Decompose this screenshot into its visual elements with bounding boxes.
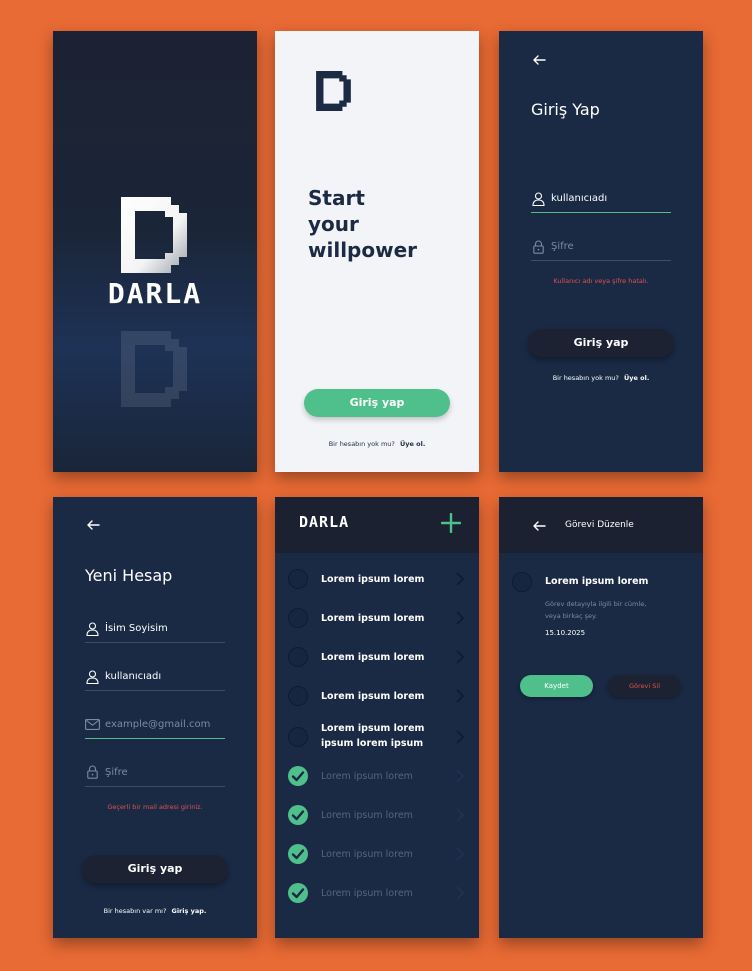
back-arrow-icon[interactable] — [86, 520, 100, 530]
welcome-headline: Start your willpower — [308, 185, 417, 263]
check-circle-icon[interactable] — [288, 766, 308, 786]
signup-prompt: Bir hesabın yok mu? — [328, 440, 395, 448]
edit-task-screen: Görevi Düzenle Lorem ipsum lorem Görev d… — [499, 497, 703, 938]
edit-title: Görevi Düzenle — [565, 520, 634, 530]
task-checkbox[interactable] — [512, 572, 532, 592]
task-item[interactable]: Lorem ipsum lorem — [275, 678, 479, 717]
task-item[interactable]: Lorem ipsum lorem — [275, 561, 479, 600]
task-item-done[interactable]: Lorem ipsum lorem — [275, 844, 479, 883]
task-title: Lorem ipsum lorem — [321, 888, 413, 899]
register-screen: Yeni Hesap İsim Soyisim kullanıcıadı exa… — [53, 497, 257, 938]
login-title: Giriş Yap — [531, 100, 600, 119]
user-icon — [86, 670, 99, 684]
task-title: Lorem ipsum lorem — [321, 771, 413, 782]
login-submit-button[interactable]: Giriş yap — [528, 329, 674, 357]
username-underline — [531, 212, 671, 213]
login-screen: Giriş Yap kullanıcıadı Şifre Kullanıcı a… — [499, 31, 703, 472]
chevron-right-icon — [456, 650, 465, 664]
splash-logo-text: DARLA — [107, 277, 203, 310]
password-underline — [531, 260, 671, 261]
task-title: Lorem ipsum lorem ipsum lorem ipsum — [321, 723, 425, 749]
check-circle-icon[interactable] — [288, 844, 308, 864]
register-login-text: Bir hesabın var mı? Giriş yap. — [53, 907, 257, 915]
fullname-field[interactable]: İsim Soyisim — [105, 623, 168, 634]
email-field[interactable]: example@gmail.com — [105, 719, 210, 730]
chevron-right-icon — [456, 808, 465, 822]
username-underline — [85, 690, 225, 691]
username-field[interactable]: kullanıcıadı — [551, 193, 607, 204]
task-checkbox[interactable] — [288, 608, 308, 628]
chevron-right-icon — [456, 689, 465, 703]
check-circle-icon[interactable] — [288, 805, 308, 825]
splash-screen: DARLA — [53, 31, 257, 472]
edit-task-description[interactable]: Görev detayıyla ilgili bir cümle, veya b… — [545, 598, 663, 622]
password-underline — [85, 786, 225, 787]
check-circle-icon[interactable] — [288, 883, 308, 903]
chevron-right-icon — [456, 730, 465, 744]
register-submit-button[interactable]: Giriş yap — [82, 855, 228, 883]
task-checkbox[interactable] — [288, 727, 308, 747]
login-signup-text: Bir hesabın yok mu? Üye ol. — [499, 374, 703, 382]
register-error: Geçerli bir mail adresi giriniz. — [107, 803, 203, 811]
task-checkbox[interactable] — [288, 569, 308, 589]
chevron-right-icon — [456, 769, 465, 783]
delete-task-button[interactable]: Görevi Sil — [608, 675, 681, 697]
task-title: Lorem ipsum lorem — [321, 574, 425, 585]
signup-prompt: Bir hesabın yok mu? — [552, 374, 619, 382]
headline-line-2: your — [308, 212, 359, 236]
task-item[interactable]: Lorem ipsum lorem ipsum lorem ipsum — [275, 717, 479, 767]
signup-link[interactable]: Üye ol. — [624, 374, 649, 382]
login-link[interactable]: Giriş yap. — [171, 907, 206, 915]
edit-task-title[interactable]: Lorem ipsum lorem — [545, 576, 648, 587]
task-item-done[interactable]: Lorem ipsum lorem — [275, 766, 479, 805]
task-item-done[interactable]: Lorem ipsum lorem — [275, 805, 479, 844]
headline-line-3: willpower — [308, 238, 418, 262]
lock-icon — [87, 765, 98, 779]
darla-d-icon — [316, 71, 351, 111]
chevron-right-icon — [456, 886, 465, 900]
task-title: Lorem ipsum lorem — [321, 652, 425, 663]
password-field[interactable]: Şifre — [551, 241, 574, 252]
task-checkbox[interactable] — [288, 686, 308, 706]
register-title: Yeni Hesap — [85, 566, 173, 585]
welcome-signup-text: Bir hesabın yok mu? Üye ol. — [275, 440, 479, 448]
login-error: Kullanıcı adı veya şifre hatalı. — [553, 277, 649, 285]
chevron-right-icon — [456, 847, 465, 861]
back-arrow-icon[interactable] — [532, 55, 546, 65]
save-button[interactable]: Kaydet — [520, 675, 593, 697]
password-field[interactable]: Şifre — [105, 767, 128, 778]
username-field[interactable]: kullanıcıadı — [105, 671, 161, 682]
app-title: DARLA — [299, 513, 350, 531]
login-prompt: Bir hesabın var mı? — [103, 907, 167, 915]
headline-line-1: Start — [308, 186, 365, 210]
signup-link[interactable]: Üye ol. — [400, 440, 425, 448]
email-underline — [85, 738, 225, 739]
logo-reflection — [121, 331, 187, 407]
chevron-right-icon — [456, 572, 465, 586]
welcome-screen: Start your willpower Giriş yap Bir hesab… — [275, 31, 479, 472]
edit-task-date[interactable]: 15.10.2025 — [545, 629, 585, 637]
task-title: Lorem ipsum lorem — [321, 691, 425, 702]
user-icon — [86, 622, 99, 636]
task-item-done[interactable]: Lorem ipsum lorem — [275, 883, 479, 922]
plus-icon[interactable] — [441, 513, 461, 533]
task-list-screen: DARLA Lorem ipsum lorem Lorem ipsum lore… — [275, 497, 479, 938]
task-title: Lorem ipsum lorem — [321, 613, 425, 624]
task-title: Lorem ipsum lorem — [321, 849, 413, 860]
mail-icon — [85, 719, 100, 730]
back-arrow-icon[interactable] — [532, 521, 546, 531]
darla-d-logo — [121, 197, 187, 273]
task-title: Lorem ipsum lorem — [321, 810, 413, 821]
task-checkbox[interactable] — [288, 647, 308, 667]
welcome-login-button[interactable]: Giriş yap — [304, 389, 450, 417]
lock-icon — [533, 240, 544, 254]
chevron-right-icon — [456, 611, 465, 625]
fullname-underline — [85, 642, 225, 643]
task-item[interactable]: Lorem ipsum lorem — [275, 600, 479, 639]
user-icon — [532, 192, 545, 206]
task-item[interactable]: Lorem ipsum lorem — [275, 639, 479, 678]
